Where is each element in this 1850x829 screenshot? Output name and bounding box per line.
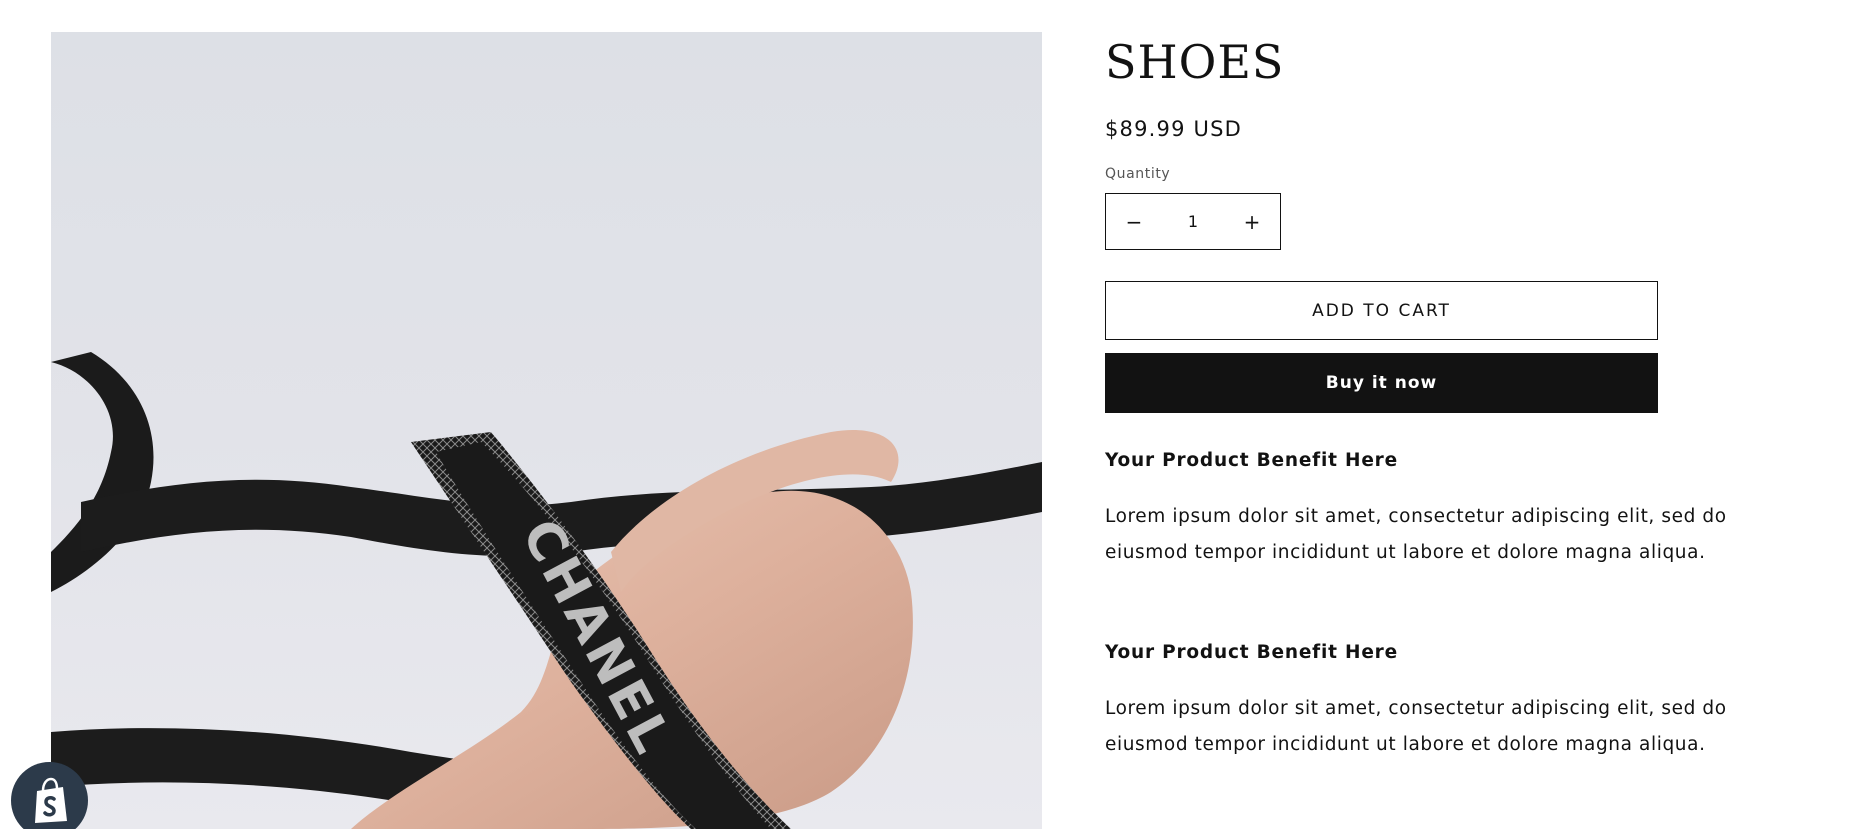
product-title: SHOES — [1105, 35, 1285, 89]
benefit-block: Your Product Benefit Here Lorem ipsum do… — [1105, 641, 1805, 763]
shopify-bag-icon — [34, 777, 67, 823]
product-page: CHANEL SHOES $89.99 USD Quantity − 1 + A… — [0, 0, 1850, 829]
buy-now-button[interactable]: Buy it now — [1105, 353, 1658, 413]
product-image[interactable]: CHANEL — [51, 32, 1042, 829]
quantity-label: Quantity — [1105, 166, 1171, 182]
plus-icon: + — [1243, 209, 1261, 234]
product-price: $89.99 USD — [1105, 117, 1243, 141]
quantity-decrease-button[interactable]: − — [1106, 194, 1162, 249]
minus-icon: − — [1125, 209, 1143, 234]
quantity-stepper: − 1 + — [1105, 193, 1281, 250]
benefit-title: Your Product Benefit Here — [1105, 450, 1398, 471]
benefit-title: Your Product Benefit Here — [1105, 642, 1398, 663]
quantity-increase-button[interactable]: + — [1224, 194, 1280, 249]
product-info: SHOES $89.99 USD Quantity − 1 + ADD TO C… — [1105, 32, 1805, 763]
quantity-input[interactable]: 1 — [1162, 212, 1224, 231]
benefit-block: Your Product Benefit Here Lorem ipsum do… — [1105, 449, 1805, 571]
shopify-badge[interactable] — [11, 762, 88, 829]
benefit-text: Lorem ipsum dolor sit amet, consectetur … — [1105, 698, 1727, 755]
add-to-cart-button[interactable]: ADD TO CART — [1105, 281, 1658, 340]
product-photo: CHANEL — [51, 32, 1042, 829]
benefit-text: Lorem ipsum dolor sit amet, consectetur … — [1105, 506, 1727, 563]
